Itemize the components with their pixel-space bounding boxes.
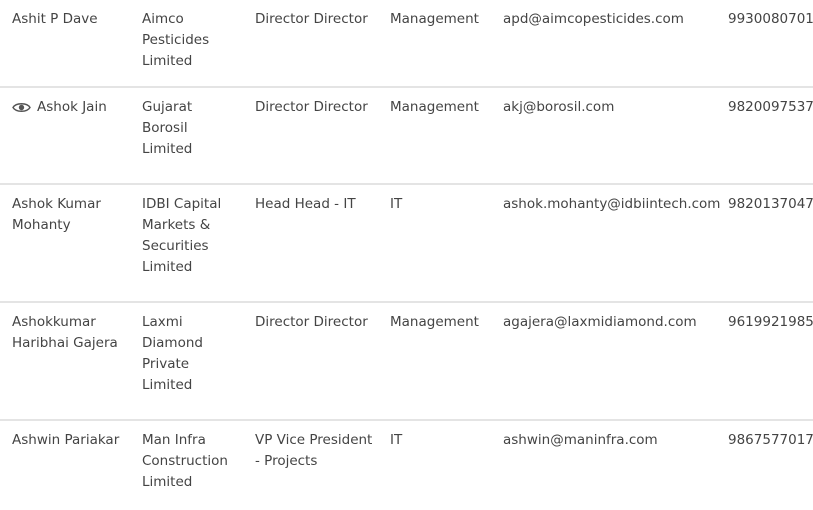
phone-number[interactable]: 9930080701 bbox=[728, 9, 813, 30]
email-link[interactable]: akj@borosil.com bbox=[503, 97, 614, 118]
phone-number[interactable]: 9820097537 bbox=[728, 97, 813, 118]
department: Management bbox=[390, 314, 479, 330]
email-link[interactable]: ashok.mohanty@idbiintech.com bbox=[503, 194, 720, 215]
name-line: Ashit P Dave bbox=[12, 11, 98, 27]
eye-icon[interactable] bbox=[12, 100, 31, 121]
designation: VP Vice President - Projects bbox=[255, 430, 372, 472]
company-line: Limited bbox=[142, 377, 193, 393]
company-line: Limited bbox=[142, 474, 193, 490]
contact-name: Ashok Kumar Mohanty bbox=[12, 194, 101, 236]
name-line: Ashwin Pariakar bbox=[12, 432, 120, 448]
phone-number[interactable]: 9820137047 bbox=[728, 194, 813, 215]
company-line: Diamond bbox=[142, 335, 203, 351]
designation-line: Director Director bbox=[255, 314, 368, 330]
table-row: Ashit P Dave Aimco Pesticides Limited Di… bbox=[0, 0, 813, 88]
name-line: Mohanty bbox=[12, 217, 71, 233]
company-line: Borosil bbox=[142, 120, 188, 136]
company-name: IDBI Capital Markets & Securities Limite… bbox=[142, 194, 221, 278]
company-line: Limited bbox=[142, 53, 193, 69]
company-line: Gujarat bbox=[142, 99, 193, 115]
email-link[interactable]: agajera@laxmidiamond.com bbox=[503, 312, 697, 333]
name-line: Ashokkumar bbox=[12, 314, 96, 330]
contact-name: Ashit P Dave bbox=[12, 9, 98, 30]
company-line: Limited bbox=[142, 259, 193, 275]
company-name: Man Infra Construction Limited bbox=[142, 430, 228, 493]
contact-name: Ashwin Pariakar bbox=[12, 430, 119, 451]
company-line: Laxmi bbox=[142, 314, 183, 330]
company-line: Construction bbox=[142, 453, 228, 469]
designation-line: VP Vice President bbox=[255, 432, 373, 448]
name-line: Haribhai Gajera bbox=[12, 335, 118, 351]
table-row: Ashokkumar Haribhai Gajera Laxmi Diamond… bbox=[0, 303, 813, 421]
designation-line: Head Head - IT bbox=[255, 196, 356, 212]
department: Management bbox=[390, 11, 479, 27]
phone-number[interactable]: 9619921985 bbox=[728, 312, 813, 333]
designation: Director Director bbox=[255, 312, 368, 333]
company-name: Gujarat Borosil Limited bbox=[142, 97, 192, 160]
designation: Director Director bbox=[255, 9, 368, 30]
table-row: Ashok Jain Gujarat Borosil Limited Direc… bbox=[0, 88, 813, 185]
email-link[interactable]: ashwin@maninfra.com bbox=[503, 430, 658, 451]
company-line: Aimco bbox=[142, 11, 184, 27]
name-line: Ashok Kumar bbox=[12, 196, 101, 212]
company-line: Man Infra bbox=[142, 432, 206, 448]
company-line: Markets & bbox=[142, 217, 211, 233]
designation: Director Director bbox=[255, 97, 368, 118]
email-link[interactable]: apd@aimcopesticides.com bbox=[503, 9, 684, 30]
department: Management bbox=[390, 99, 479, 115]
table-row: Ashwin Pariakar Man Infra Construction L… bbox=[0, 421, 813, 510]
contact-name: Ashokkumar Haribhai Gajera bbox=[12, 312, 118, 354]
designation-line: Director Director bbox=[255, 99, 368, 115]
designation-line: - Projects bbox=[255, 453, 318, 469]
company-name: Laxmi Diamond Private Limited bbox=[142, 312, 203, 396]
table-row: Ashok Kumar Mohanty IDBI Capital Markets… bbox=[0, 185, 813, 303]
contact-name: Ashok Jain bbox=[12, 97, 107, 121]
designation-line: Director Director bbox=[255, 11, 368, 27]
company-line: Limited bbox=[142, 141, 193, 157]
phone-number[interactable]: 9867577017 bbox=[728, 430, 813, 451]
designation: Head Head - IT bbox=[255, 194, 356, 215]
name-line: Ashok Jain bbox=[37, 99, 107, 115]
company-line: Private bbox=[142, 356, 190, 372]
company-line: Securities bbox=[142, 238, 209, 254]
department: IT bbox=[390, 196, 403, 212]
company-line: IDBI Capital bbox=[142, 196, 222, 212]
contacts-table: Ashit P Dave Aimco Pesticides Limited Di… bbox=[0, 0, 813, 510]
department: IT bbox=[390, 432, 403, 448]
company-name: Aimco Pesticides Limited bbox=[142, 9, 209, 72]
company-line: Pesticides bbox=[142, 32, 210, 48]
